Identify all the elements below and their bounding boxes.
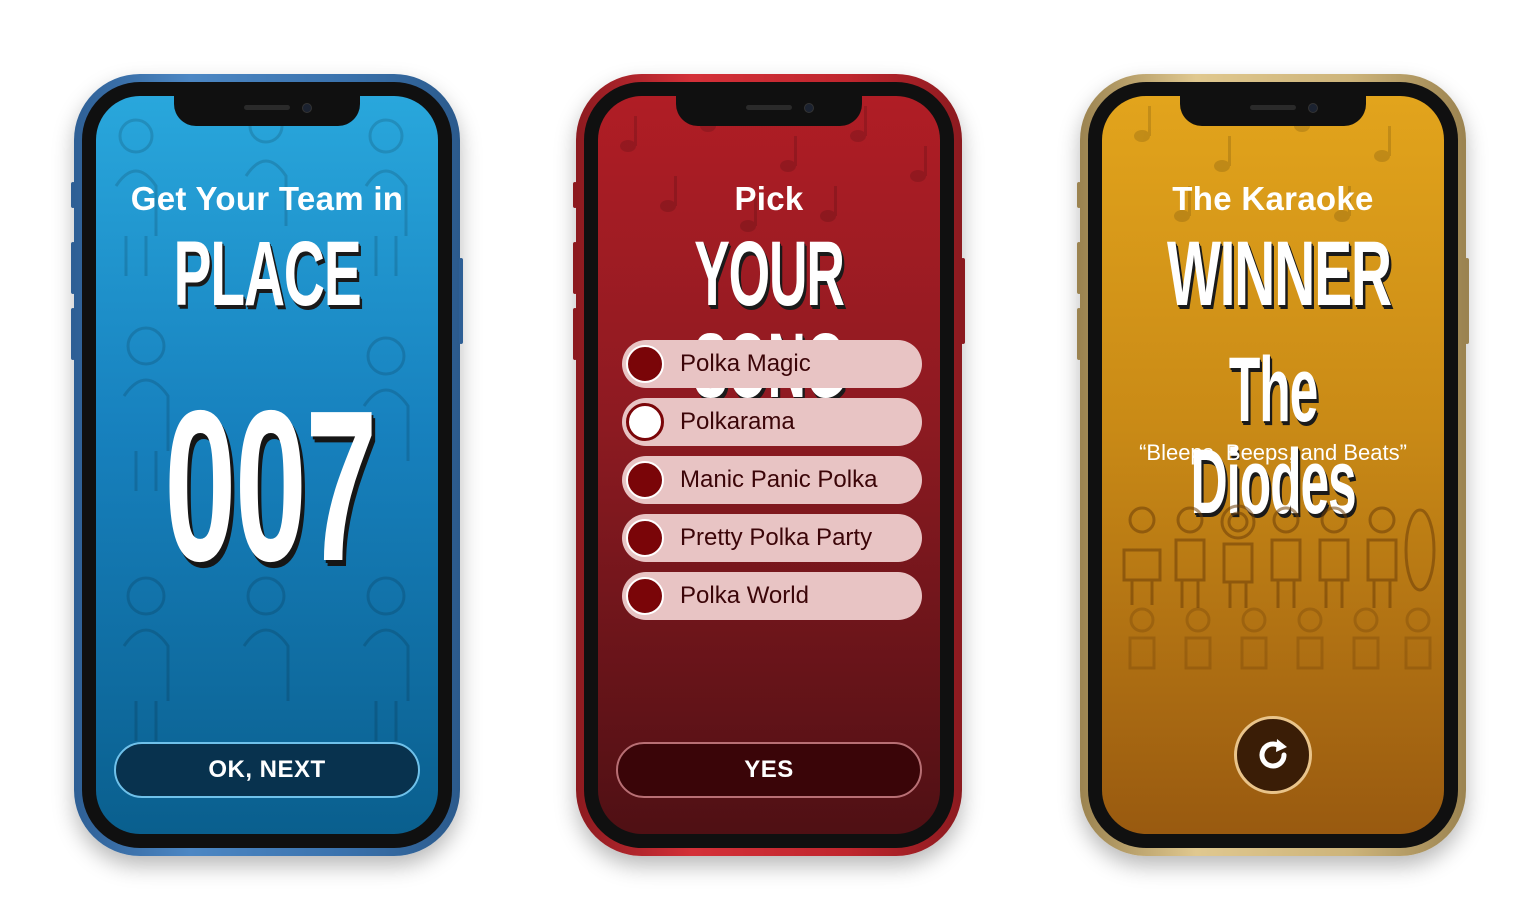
replay-button[interactable] — [1234, 716, 1312, 794]
mute-switch — [573, 182, 577, 208]
heading-small: Pick — [734, 180, 804, 217]
mute-switch — [1077, 182, 1081, 208]
phone-frame-blue: Get Your Team in PLACE 007 OK, NEXT — [71, 74, 463, 856]
volume-down-button — [71, 308, 75, 360]
song-label: Pretty Polka Party — [680, 524, 873, 551]
heading-small: Get Your Team in — [130, 180, 404, 217]
song-label: Polkarama — [680, 408, 795, 435]
winning-song-title: “Bleeps, Beeps, and Beats” — [1139, 440, 1407, 465]
heading-big: WINNER — [1166, 223, 1392, 325]
phone-frame-red: Pick YOUR SONG Polka Magic Polkarama Man… — [573, 74, 965, 856]
song-option[interactable]: Manic Panic Polka — [622, 456, 922, 504]
band-figures-illustration — [1122, 504, 1436, 670]
replay-icon — [1259, 739, 1287, 769]
power-button — [1465, 258, 1469, 344]
song-option[interactable]: Polkarama — [622, 398, 922, 446]
volume-down-button — [1077, 308, 1081, 360]
song-option[interactable]: Polka World — [622, 572, 922, 620]
radio-button-selected[interactable] — [626, 403, 664, 441]
phone-frame-gold: The Karaoke WINNER The Diodes “Bleeps, B… — [1077, 74, 1469, 856]
volume-down-button — [573, 308, 577, 360]
mute-switch — [71, 182, 75, 208]
song-label: Polka Magic — [680, 350, 811, 377]
volume-up-button — [1077, 242, 1081, 294]
phone-notch — [676, 96, 862, 126]
yes-button[interactable]: YES — [616, 742, 922, 798]
song-option[interactable]: Pretty Polka Party — [622, 514, 922, 562]
song-label: Polka World — [680, 582, 809, 609]
screen-winner: The Karaoke WINNER The Diodes “Bleeps, B… — [1102, 96, 1444, 834]
heading-small: The Karaoke — [1172, 180, 1374, 217]
power-button — [961, 258, 965, 344]
place-number: 007 — [164, 365, 377, 606]
volume-up-button — [71, 242, 75, 294]
song-list: Polka Magic Polkarama Manic Panic Polka … — [622, 340, 922, 630]
radio-button[interactable] — [626, 345, 664, 383]
volume-up-button — [573, 242, 577, 294]
song-option[interactable]: Polka Magic — [622, 340, 922, 388]
screen-pick-song: Pick YOUR SONG Polka Magic Polkarama Man… — [598, 96, 940, 834]
song-label: Manic Panic Polka — [680, 466, 878, 493]
heading-big: PLACE — [173, 223, 361, 325]
ok-next-button[interactable]: OK, NEXT — [114, 742, 420, 798]
phone-notch — [1180, 96, 1366, 126]
power-button — [459, 258, 463, 344]
screen-place: Get Your Team in PLACE 007 OK, NEXT — [96, 96, 438, 834]
phone-notch — [174, 96, 360, 126]
radio-button[interactable] — [626, 461, 664, 499]
radio-button[interactable] — [626, 577, 664, 615]
radio-button[interactable] — [626, 519, 664, 557]
